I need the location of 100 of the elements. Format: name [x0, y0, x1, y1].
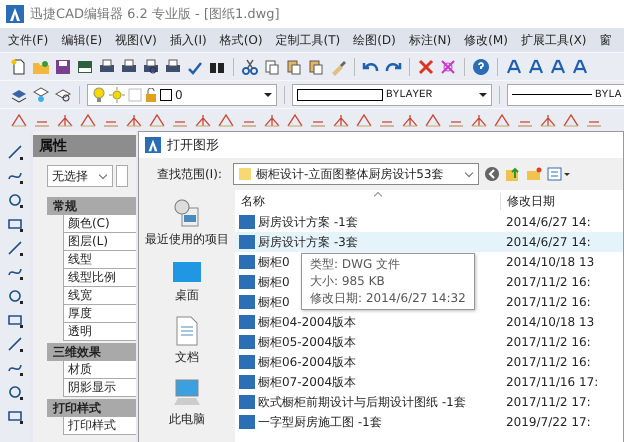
dimension-tool-icon[interactable] [539, 112, 557, 128]
file-name: 橱柜05-2004版本 [258, 334, 356, 350]
section-header[interactable]: 常规 [47, 197, 136, 215]
linetype-dropdown[interactable]: BYLAYER [292, 84, 492, 106]
dimension-tool-icon[interactable] [286, 112, 304, 128]
cad-file-icon [239, 335, 255, 349]
folder-dropdown[interactable]: 橱柜设计-立面图整体厨房设计53套 [232, 163, 479, 185]
menu-item[interactable]: 插入(I) [170, 32, 207, 48]
property-name: 材质 [67, 362, 92, 376]
desktop-icon [172, 260, 202, 284]
menu-item[interactable]: 视图(V) [115, 32, 157, 48]
menu-item[interactable]: 编辑(E) [61, 32, 102, 48]
modified-date: 2019/7/22 17: [505, 415, 591, 429]
property-name: 透明 [67, 324, 92, 338]
property-name: 打印样式 [67, 418, 116, 432]
paste-icon[interactable] [285, 58, 303, 76]
file-name: 橱柜0 [258, 254, 290, 270]
purge-icon[interactable] [439, 58, 457, 76]
print-preview-icon[interactable] [142, 58, 160, 76]
place-item[interactable]: 此电脑 [169, 378, 205, 428]
cad-file-icon [239, 215, 255, 229]
property-name: 图层(L) [67, 234, 108, 248]
menu-item[interactable]: 绘图(D) [353, 32, 396, 48]
menu-item[interactable]: 文件(F) [8, 32, 48, 48]
up-folder-icon[interactable] [504, 166, 521, 182]
copy-icon[interactable] [263, 58, 281, 76]
look-in-label: 查找范围(I): [157, 166, 222, 182]
dimension-tool-icon[interactable] [562, 112, 580, 128]
property-name: 颜色(C) [67, 216, 110, 230]
menu-item[interactable]: 格式(O) [220, 32, 263, 48]
dropdown-caret-icon [264, 92, 272, 96]
layer-state-icon[interactable] [32, 86, 50, 104]
folder-icon [238, 167, 252, 181]
modified-date: 2017/11/2 16: [505, 275, 591, 289]
file-name: 橱柜06-2004版本 [258, 354, 356, 370]
dimension-tool-icon[interactable] [217, 112, 235, 128]
place-item[interactable]: 文档 [175, 316, 199, 366]
property-name: 线型 [67, 252, 92, 266]
cad-file-icon [239, 395, 255, 409]
dimension-tool-icon[interactable] [493, 112, 511, 128]
line-swatch-icon [297, 88, 383, 100]
modified-date: 2014/6/27 14: [505, 235, 591, 249]
file-name: 橱柜07-2004版本 [258, 374, 356, 390]
file-name: 橱柜0 [258, 274, 290, 290]
property-name: 阴影显示 [67, 380, 116, 394]
file-row[interactable]: 厨房设计方案 -3套 2014/6/27 14: [235, 232, 623, 252]
cad-file-icon [239, 415, 255, 429]
dimension-tool-icon[interactable] [263, 112, 281, 128]
document-icon [175, 316, 199, 346]
delete-icon[interactable] [417, 58, 435, 76]
dimension-tool-icon[interactable] [355, 112, 373, 128]
modified-date: 2014/6/27 14: [505, 215, 591, 229]
dimension-tool-icon[interactable] [424, 112, 442, 128]
app-logo-icon [6, 5, 24, 23]
place-item[interactable]: 最近使用的项目 [145, 198, 229, 248]
file-name: 橱柜04-2004版本 [258, 314, 356, 330]
save-icon[interactable] [54, 58, 72, 76]
line-tool-icon[interactable] [6, 143, 24, 161]
dimension-tool-icon[interactable] [10, 112, 28, 128]
menu-item[interactable]: 修改(M) [464, 32, 508, 48]
cad-file-icon [239, 235, 255, 249]
help-icon[interactable] [472, 58, 490, 76]
layer-dropdown[interactable]: 0 [87, 84, 277, 106]
place-item[interactable]: 桌面 [172, 260, 202, 304]
menu-item[interactable]: 定制工具(T) [276, 32, 340, 48]
menu-item[interactable]: 窗 [599, 32, 612, 48]
column-header[interactable]: 名称 [235, 192, 500, 210]
selection-dropdown[interactable]: 无选择 [47, 165, 113, 187]
dimension-tool-icon[interactable] [79, 112, 97, 128]
menu-item[interactable]: 标注(N) [408, 32, 452, 48]
dimension-tool-icon[interactable] [148, 112, 166, 128]
dimension-tool-icon[interactable] [194, 112, 212, 128]
dimension-tool-icon[interactable] [470, 112, 488, 128]
line-sample-icon [512, 94, 592, 95]
computer-icon [172, 378, 202, 408]
dimension-tool-icon[interactable] [332, 112, 350, 128]
modified-date: 2017/11/2 16: [505, 355, 591, 369]
text-icon[interactable] [527, 58, 545, 76]
padlock-icon [145, 88, 157, 102]
dimension-tool-icon[interactable] [56, 112, 74, 128]
view-menu-icon[interactable] [546, 166, 571, 182]
modified-date: 2014/10/18 13 [505, 315, 594, 329]
lineweight-dropdown[interactable]: BYLA [507, 84, 624, 106]
section-header[interactable]: 打印样式 [47, 399, 136, 417]
modified-date: 2017/11/2 16: [505, 335, 591, 349]
menu-item[interactable]: 扩展工具(X) [520, 32, 586, 48]
back-icon[interactable] [484, 166, 500, 182]
section-header[interactable]: 三维效果 [47, 343, 136, 361]
file-name: 橱柜0 [258, 294, 290, 310]
new-folder-icon[interactable] [526, 166, 542, 182]
modified-date: 2017/11/16 17: [505, 375, 598, 389]
dimension-tool-icon[interactable] [125, 112, 143, 128]
cut-icon[interactable] [241, 58, 259, 76]
text-icon[interactable] [505, 58, 523, 76]
paste-special-icon[interactable] [307, 58, 325, 76]
dimension-tool-icon[interactable] [401, 112, 419, 128]
file-name: 欧式橱柜前期设计与后期设计图纸 -1套 [258, 394, 466, 410]
cad-file-icon [239, 255, 255, 269]
dropdown-caret-icon [479, 92, 487, 96]
column-header[interactable]: 修改日期 [500, 192, 555, 210]
